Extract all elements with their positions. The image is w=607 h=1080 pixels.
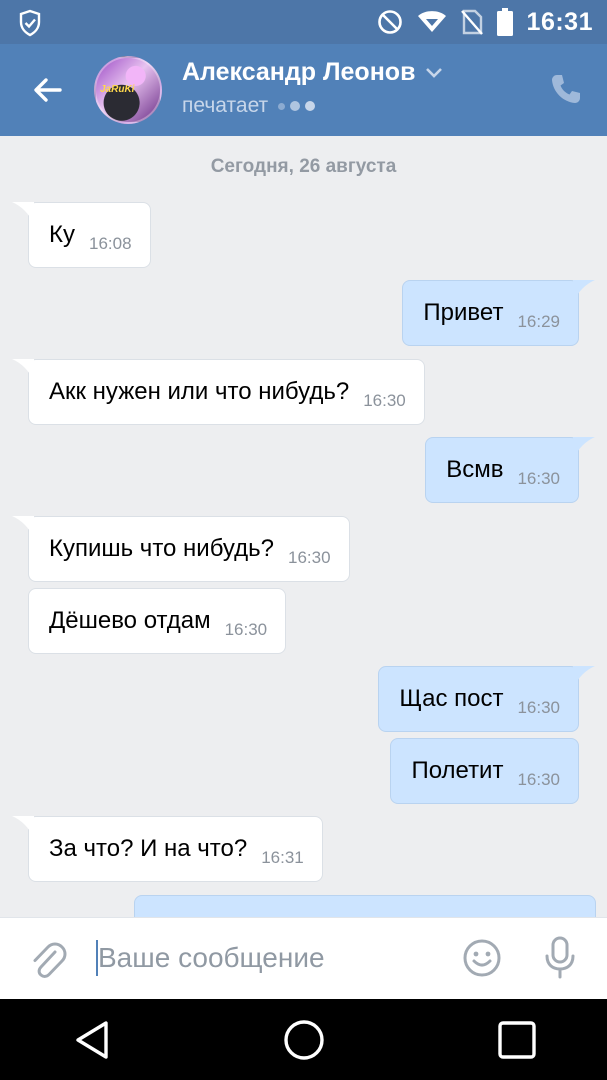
microphone-icon[interactable] [542,936,578,980]
recents-square-icon[interactable] [496,1019,538,1061]
message-list[interactable]: Сегодня, 26 августа Ку 16:08 Привет 16:2… [0,136,607,917]
bubble-tail [573,437,595,459]
bubble-tail [12,202,34,224]
outgoing-message[interactable]: Полетит 16:30 [390,738,579,804]
message-text: За что? И на что? [49,835,248,862]
contact-name-button[interactable]: Александр Леонов [182,58,443,87]
system-navigation-bar [0,999,607,1080]
message-text: Акк нужен или что нибудь? [49,378,350,405]
message-time: 16:31 [261,848,304,867]
bubble-tail [573,280,595,302]
incoming-message[interactable]: За что? И на что? 16:31 [12,816,323,882]
do-not-disturb-icon [377,10,402,34]
outgoing-message[interactable]: Привет 16:29 [402,280,595,346]
outgoing-message[interactable]: Щас пост 16:30 [378,666,595,732]
bubble-tail [12,516,34,538]
battery-icon [496,8,513,36]
status-bar: 16:31 [0,0,607,44]
no-sim-icon [460,9,483,35]
message-time: 16:30 [288,548,331,567]
avatar-tag: JaRuKi [100,84,135,95]
message-text: Дёшево отдам [49,607,211,634]
bubble-tail [12,359,34,381]
contact-name: Александр Леонов [182,58,416,86]
incoming-message[interactable]: Дёшево отдам 16:30 [28,588,287,654]
outgoing-message-partial[interactable] [134,895,596,917]
contact-status: печатает [182,94,320,118]
outgoing-message[interactable]: Всмв 16:30 [425,437,595,503]
typing-status-text: печатает [182,94,269,117]
chat-header: JaRuKi Александр Леонов печатает [0,44,607,136]
back-triangle-icon[interactable] [72,1019,114,1061]
chevron-down-icon [426,67,443,78]
home-circle-icon[interactable] [283,1019,325,1061]
message-input[interactable] [98,938,438,978]
phone-call-icon[interactable] [549,72,583,106]
contact-avatar[interactable]: JaRuKi [94,56,162,124]
message-time: 16:30 [363,391,406,410]
message-time: 16:08 [88,234,132,253]
message-text: Всмв [446,456,504,483]
message-time: 16:30 [517,698,560,717]
date-separator: Сегодня, 26 августа [210,156,397,177]
message-text: Привет [423,299,504,326]
incoming-message[interactable]: Ку 16:08 [12,202,151,268]
message-time: 16:30 [224,620,268,639]
status-time: 16:31 [526,7,593,36]
message-time: 16:30 [517,469,560,488]
typing-dots-icon [278,94,320,118]
message-text: Щас пост [399,685,504,712]
bubble-tail [573,666,595,688]
wifi-icon [417,11,446,32]
emoji-icon[interactable] [462,938,502,978]
paperclip-icon[interactable] [28,940,68,980]
incoming-message[interactable]: Купишь что нибудь? 16:30 [12,516,350,582]
message-text: Полетит [411,757,504,784]
message-time: 16:30 [517,770,560,789]
message-text: Ку [49,221,75,248]
incoming-message[interactable]: Акк нужен или что нибудь? 16:30 [12,359,425,425]
message-composer [0,917,607,999]
shield-check-icon [19,9,41,37]
message-time: 16:29 [517,312,560,331]
back-arrow-icon[interactable] [30,72,66,108]
message-text: Купишь что нибудь? [49,535,274,562]
bubble-tail [12,816,34,838]
